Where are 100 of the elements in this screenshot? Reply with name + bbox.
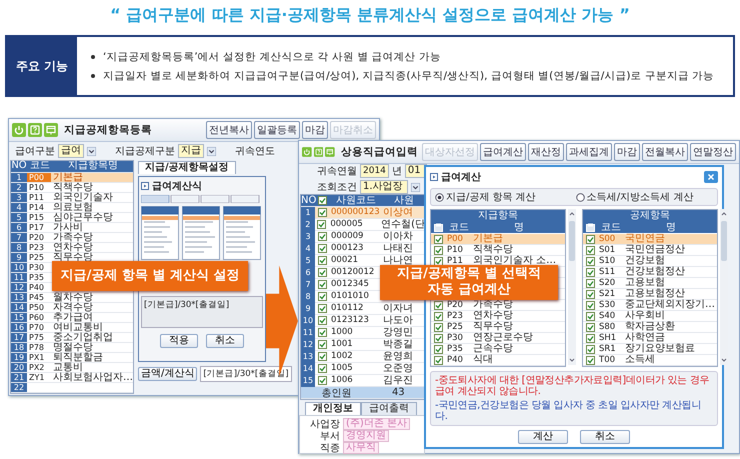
- checkbox[interactable]: [586, 334, 594, 342]
- checkbox[interactable]: [586, 256, 594, 266]
- help-icon[interactable]: [28, 123, 42, 137]
- table-row[interactable]: SH1 사학연금: [583, 333, 717, 344]
- table-row[interactable]: P25 직무수당: [431, 322, 565, 333]
- toolbar-button[interactable]: 전월복사: [642, 143, 688, 161]
- checkbox[interactable]: [318, 256, 326, 265]
- toolbar-button[interactable]: 전년복사: [206, 121, 252, 139]
- table-row[interactable]: 22: [11, 383, 133, 393]
- toolbar-button[interactable]: 과세집계: [566, 143, 612, 161]
- checkbox[interactable]: [434, 356, 442, 364]
- table-row[interactable]: 18 P78 명절수당: [11, 343, 133, 353]
- table-row[interactable]: T00 소득세: [583, 355, 717, 366]
- checkbox[interactable]: [434, 234, 442, 244]
- checkbox[interactable]: [586, 356, 594, 364]
- table-row[interactable]: 17 P75 중소기업취업: [11, 333, 133, 343]
- tab[interactable]: 개인정보: [305, 402, 361, 415]
- close-icon[interactable]: [704, 171, 718, 183]
- table-row[interactable]: S30 중교단체외지장기…: [583, 300, 717, 311]
- query-dropdown[interactable]: 1.사업장: [360, 180, 408, 194]
- formula-box[interactable]: [기본급]/30*[출결일]: [141, 296, 263, 328]
- table-row[interactable]: P23 연차수당: [431, 311, 565, 322]
- table-row[interactable]: 19 PX1 퇴직분할금: [11, 353, 133, 363]
- toolbar-button[interactable]: 일괄등록: [254, 121, 300, 139]
- help-icon[interactable]: [314, 145, 324, 159]
- table-row[interactable]: 4 P14 의료보험: [11, 203, 133, 213]
- table-row[interactable]: 1 000000123 이상여: [301, 207, 425, 219]
- dialog-button[interactable]: 적용: [160, 334, 198, 348]
- table-row[interactable]: S40 사우회비: [583, 311, 717, 322]
- checkbox[interactable]: [586, 234, 594, 244]
- checkbox[interactable]: [318, 376, 326, 385]
- scrollbar[interactable]: [568, 209, 576, 365]
- checkbox[interactable]: [434, 344, 442, 354]
- table-row[interactable]: 8 P23 연차수당: [11, 243, 133, 253]
- checkbox[interactable]: [586, 344, 594, 354]
- checkbox[interactable]: [318, 316, 326, 325]
- checkbox[interactable]: [586, 322, 594, 332]
- dialog-button[interactable]: 계산: [518, 430, 568, 444]
- checkbox[interactable]: [586, 300, 594, 310]
- formula-field[interactable]: [기본급]/30*[출결일]: [200, 366, 292, 382]
- table-row[interactable]: 5 P15 심야근무수당: [11, 213, 133, 223]
- table-row[interactable]: 3 P11 외국인기술자: [11, 193, 133, 203]
- table-row[interactable]: S10 건강보험: [583, 256, 717, 267]
- table-row[interactable]: 13 P45 월차수당: [11, 293, 133, 303]
- checkbox[interactable]: [318, 208, 326, 217]
- checkbox[interactable]: [318, 340, 326, 349]
- formula-button[interactable]: 금액/계산식: [138, 367, 198, 381]
- toolbar-button[interactable]: 마감: [302, 121, 328, 139]
- checkbox[interactable]: [586, 268, 594, 276]
- table-row[interactable]: 7 P20 가족수당: [11, 233, 133, 243]
- month-dropdown[interactable]: 01: [404, 164, 427, 178]
- toolbar-button[interactable]: 마감: [614, 143, 640, 161]
- table-row[interactable]: 1 P00 기본급: [11, 173, 133, 183]
- dropdown-caret-icon[interactable]: [411, 182, 420, 192]
- checkbox[interactable]: [434, 322, 442, 332]
- dialog-button[interactable]: 취소: [206, 334, 244, 348]
- filter-dropdown[interactable]: 급여: [58, 144, 84, 158]
- checkbox[interactable]: [434, 312, 442, 320]
- table-row[interactable]: 6 P17 가사비: [11, 223, 133, 233]
- dropdown-caret-icon[interactable]: [87, 146, 96, 156]
- toolbar-button[interactable]: 재산정: [528, 143, 564, 161]
- checkbox[interactable]: [316, 220, 326, 229]
- tab[interactable]: 급여출력: [361, 402, 417, 415]
- toolbar-button[interactable]: 연말정산: [690, 143, 736, 161]
- checkbox[interactable]: [318, 304, 326, 313]
- checkbox[interactable]: [318, 280, 326, 289]
- table-row[interactable]: S80 학자금상환: [583, 322, 717, 333]
- filter-dropdown[interactable]: 지급: [178, 144, 204, 158]
- power-icon[interactable]: [302, 145, 312, 159]
- dialog-button[interactable]: 취소: [580, 430, 630, 444]
- checkbox[interactable]: [318, 364, 326, 373]
- table-row[interactable]: P30 연장근로수당: [431, 333, 565, 344]
- checkbox[interactable]: [586, 290, 594, 298]
- checkbox[interactable]: [318, 232, 326, 241]
- radio-button[interactable]: [576, 192, 585, 202]
- table-row[interactable]: P10 직책수당: [431, 245, 565, 256]
- table-row[interactable]: 21 ZY1 사회보험사업자…: [11, 373, 133, 383]
- window-icon[interactable]: [44, 123, 58, 137]
- table-row[interactable]: S11 건강보험정산: [583, 267, 717, 278]
- scrollbar[interactable]: [720, 209, 728, 365]
- checkbox[interactable]: [318, 328, 326, 337]
- table-row[interactable]: P35 근속수당: [431, 344, 565, 355]
- year-field[interactable]: 2014: [360, 164, 389, 178]
- checkbox[interactable]: [318, 268, 326, 277]
- table-row[interactable]: 14 P50 자격수당: [11, 303, 133, 313]
- checkbox[interactable]: [434, 256, 442, 266]
- radio-button[interactable]: [435, 192, 444, 202]
- select-all-icon[interactable]: [318, 196, 326, 205]
- checkbox[interactable]: [318, 292, 326, 301]
- table-row[interactable]: P40 식대: [431, 355, 565, 366]
- dropdown-caret-icon[interactable]: [207, 146, 216, 156]
- table-row[interactable]: S01 국민연금정산: [583, 245, 717, 256]
- table-row[interactable]: 15 P60 추가급여: [11, 313, 133, 323]
- checkbox[interactable]: [434, 334, 442, 342]
- checkbox[interactable]: [586, 246, 594, 254]
- table-row[interactable]: S21 고용보험정산: [583, 289, 717, 300]
- table-row[interactable]: SR1 장기요양보험료: [583, 344, 717, 355]
- checkbox[interactable]: [318, 352, 326, 361]
- checkbox[interactable]: [434, 246, 442, 254]
- table-row[interactable]: S20 고용보험: [583, 278, 717, 289]
